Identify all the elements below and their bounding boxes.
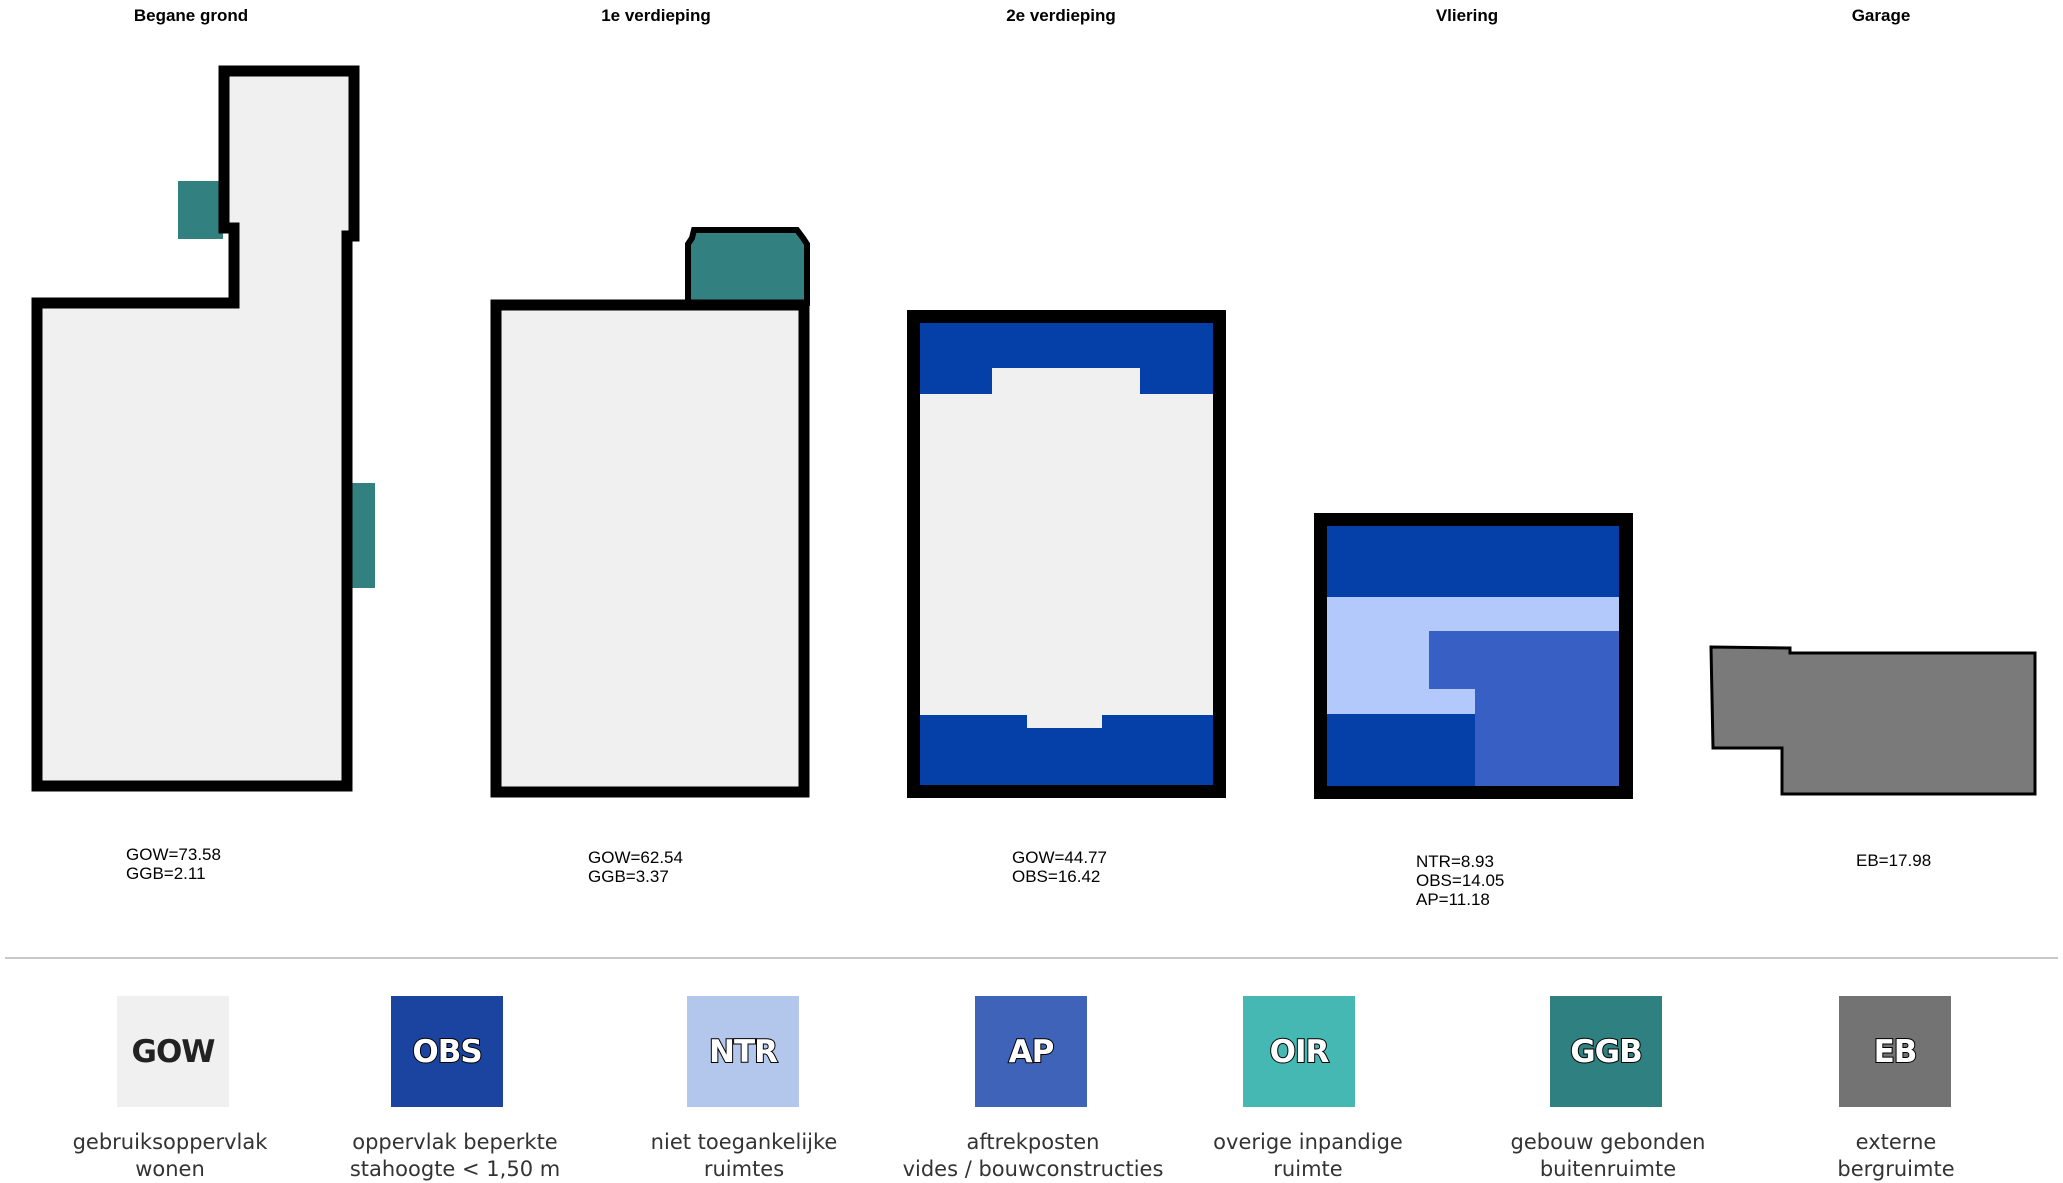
legend-code-obs: OBS (411, 1033, 483, 1071)
legend-code-eb: EB (1873, 1033, 1919, 1071)
caption-line: buitenruimte (1539, 1157, 1677, 1181)
legend-caption-ggb: gebouw gebonden buitenruimte (1458, 1129, 1758, 1183)
stat-line: GOW=62.54 (588, 848, 683, 867)
caption-line: gebouw gebonden (1510, 1130, 1706, 1154)
floorplan-garage (1709, 645, 2037, 796)
caption-line: gebruiksoppervlak (72, 1130, 268, 1154)
floor-plans (31, 65, 2037, 799)
legend-caption-oir: overige inpandige ruimte (1158, 1129, 1458, 1183)
stats-vliering: NTR=8.93 OBS=14.05 AP=11.18 (1416, 852, 1504, 909)
stats-2e-verdieping: GOW=44.77 OBS=16.42 (1012, 848, 1107, 886)
caption-line: wonen (135, 1157, 205, 1181)
gow-area (920, 368, 1213, 728)
stat-line: EB=17.98 (1856, 851, 1932, 870)
caption-line: overige inpandige (1213, 1130, 1403, 1154)
floorplan-2e-verdieping (907, 310, 1226, 798)
caption-line: aftrekposten (966, 1130, 1100, 1154)
legend-swatch-gow: GOW (117, 996, 229, 1107)
eb-area (1709, 645, 2037, 796)
stat-line: GOW=73.58 (126, 845, 221, 864)
stat-line: NTR=8.93 (1416, 852, 1494, 871)
legend-code-ap: AP (1008, 1033, 1056, 1071)
floorplan-begane-grond (31, 65, 375, 792)
legend-swatch-eb: EB (1839, 996, 1951, 1107)
stat-line: OBS=14.05 (1416, 871, 1505, 890)
floorplan-vliering (1314, 513, 1633, 799)
caption-line: ruimte (1273, 1157, 1343, 1181)
legend-swatch-ap: AP (975, 996, 1087, 1107)
caption-line: bergruimte (1837, 1157, 1955, 1181)
gow-area (31, 65, 360, 792)
legend-code-ggb: GGB (1569, 1033, 1644, 1071)
stat-line: OBS=16.42 (1012, 867, 1101, 886)
caption-line: niet toegankelijke (650, 1130, 838, 1154)
divider (5, 957, 2058, 959)
ggb-area (178, 181, 223, 239)
legend-swatch-ggb: GGB (1550, 996, 1662, 1107)
floorplan-1e-verdieping (490, 227, 810, 798)
stats-begane-grond: GOW=73.58 GGB=2.11 (126, 845, 221, 883)
legend-caption-eb: externe bergruimte (1746, 1129, 2046, 1183)
caption-line: externe (1855, 1130, 1937, 1154)
legend-code-ntr: NTR (708, 1033, 779, 1071)
ggb-area (685, 227, 810, 306)
legend-caption-ap: aftrekposten vides / bouwconstructies (873, 1129, 1193, 1183)
caption-line: vides / bouwconstructies (902, 1157, 1164, 1181)
gow-area (490, 299, 810, 798)
caption-line: stahoogte < 1,50 m (349, 1157, 561, 1181)
legend-caption-gow: gebruiksoppervlak wonen (20, 1129, 320, 1183)
legend-swatch-oir: OIR (1243, 996, 1355, 1107)
legend-code-oir: OIR (1269, 1033, 1331, 1071)
legend-swatch-ntr: NTR (687, 996, 799, 1107)
caption-line: ruimtes (703, 1157, 785, 1181)
stat-line: GGB=3.37 (588, 867, 669, 886)
legend-caption-obs: oppervlak beperkte stahoogte < 1,50 m (305, 1129, 605, 1183)
stats-garage: EB=17.98 (1856, 851, 1931, 870)
legend-caption-ntr: niet toegankelijke ruimtes (594, 1129, 894, 1183)
stat-line: GOW=44.77 (1012, 848, 1107, 867)
stat-line: AP=11.18 (1416, 890, 1490, 909)
caption-line: oppervlak beperkte (352, 1130, 558, 1154)
legend-swatch-obs: OBS (391, 996, 503, 1107)
stat-line: GGB=2.11 (126, 864, 206, 883)
legend-code-gow: GOW (131, 1033, 216, 1070)
stats-1e-verdieping: GOW=62.54 GGB=3.37 (588, 848, 683, 886)
